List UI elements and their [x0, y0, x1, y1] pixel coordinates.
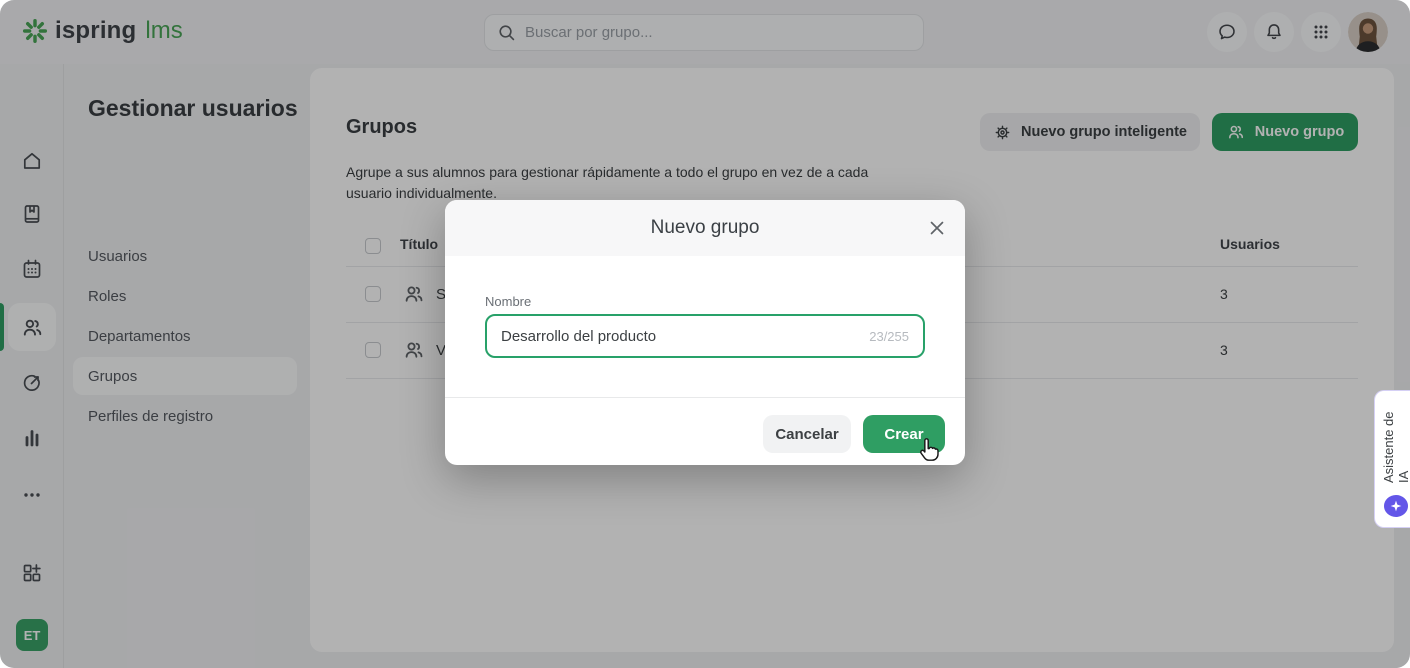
ai-assistant-tab[interactable]: Asistente de IA [1374, 390, 1410, 528]
app-window: ispring lms [0, 0, 1410, 668]
name-field: 23/255 [485, 314, 925, 358]
ai-assistant-label: Asistente de IA [1381, 403, 1410, 483]
name-input[interactable] [501, 328, 861, 345]
char-counter: 23/255 [869, 329, 909, 344]
close-icon [928, 219, 946, 237]
name-field-label: Nombre [485, 294, 531, 309]
close-button[interactable] [925, 216, 949, 240]
pointer-cursor-icon [916, 436, 943, 463]
modal-title: Nuevo grupo [445, 200, 965, 256]
modal-header: Nuevo grupo [445, 200, 965, 256]
divider [445, 397, 965, 398]
cancel-button[interactable]: Cancelar [763, 415, 851, 453]
ai-sparkle-icon [1384, 495, 1408, 517]
new-group-modal: Nuevo grupo Nombre 23/255 Cancelar Crear [445, 200, 965, 465]
